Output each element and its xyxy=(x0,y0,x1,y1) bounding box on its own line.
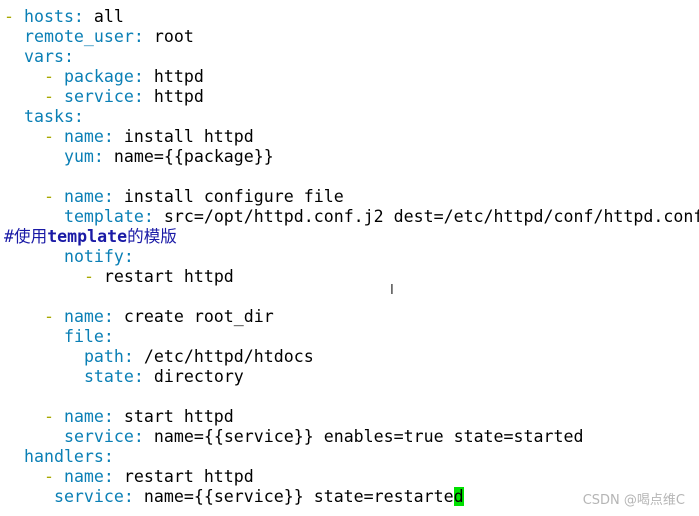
yaml-key: handlers: xyxy=(23,447,114,466)
comment-text: 的模版 xyxy=(127,227,177,246)
list-dash: - xyxy=(83,267,104,286)
comment-text: #使用 xyxy=(4,227,48,246)
yaml-key: remote_user: xyxy=(23,27,144,46)
yaml-value: name={{package}} xyxy=(103,147,274,166)
yaml-key: tasks: xyxy=(23,107,84,126)
code-line[interactable]: remote_user: root xyxy=(4,27,194,47)
yaml-value: install configure file xyxy=(113,187,344,206)
yaml-value: name={{service}} enables=true state=star… xyxy=(143,427,584,446)
list-dash: - xyxy=(43,67,64,86)
text-cursor-icon: I xyxy=(390,283,394,298)
csdn-watermark: CSDN @喝点维C xyxy=(582,493,685,508)
code-line[interactable]: #使用template的模版 xyxy=(4,227,177,247)
yaml-key: path: xyxy=(83,347,134,366)
code-line[interactable]: - name: install configure file xyxy=(4,187,344,207)
list-dash: - xyxy=(43,467,64,486)
code-line[interactable]: yum: name={{package}} xyxy=(4,147,274,167)
code-line[interactable]: - restart httpd xyxy=(4,267,234,287)
yaml-key: notify: xyxy=(63,247,134,266)
code-line[interactable]: vars: xyxy=(4,47,74,67)
yaml-editor[interactable]: - hosts: all remote_user: root vars: - p… xyxy=(0,0,699,516)
yaml-value: install httpd xyxy=(113,127,254,146)
yaml-key: service: xyxy=(63,427,144,446)
code-line[interactable]: - service: httpd xyxy=(4,87,204,107)
yaml-key: yum: xyxy=(63,147,104,166)
code-line[interactable]: - package: httpd xyxy=(4,67,204,87)
code-line[interactable]: service: name={{service}} state=restarte… xyxy=(4,487,464,507)
yaml-value: httpd xyxy=(143,87,204,106)
yaml-key: hosts: xyxy=(23,7,84,26)
yaml-value: directory xyxy=(143,367,244,386)
code-line[interactable]: - name: create root_dir xyxy=(4,307,274,327)
yaml-key: name: xyxy=(63,407,114,426)
list-dash: - xyxy=(4,7,24,26)
yaml-value: httpd xyxy=(143,67,204,86)
yaml-key: file: xyxy=(63,327,114,346)
yaml-key: package: xyxy=(63,67,144,86)
yaml-value: src=/opt/httpd.conf.j2 dest=/etc/httpd/c… xyxy=(153,207,699,226)
yaml-value: /etc/httpd/htdocs xyxy=(133,347,314,366)
yaml-key: state: xyxy=(83,367,144,386)
list-dash: - xyxy=(43,307,64,326)
yaml-value: start httpd xyxy=(113,407,234,426)
code-line[interactable]: tasks: xyxy=(4,107,84,127)
code-line[interactable]: - name: start httpd xyxy=(4,407,234,427)
yaml-value: restart httpd xyxy=(103,267,234,286)
list-dash: - xyxy=(43,87,64,106)
yaml-key: name: xyxy=(63,187,114,206)
yaml-key: name: xyxy=(63,127,114,146)
code-line[interactable]: state: directory xyxy=(4,367,244,387)
code-line[interactable]: - name: restart httpd xyxy=(4,467,254,487)
list-dash: - xyxy=(43,407,64,426)
code-line[interactable]: path: /etc/httpd/htdocs xyxy=(4,347,314,367)
yaml-key: vars: xyxy=(23,47,74,66)
code-line[interactable]: template: src=/opt/httpd.conf.j2 dest=/e… xyxy=(4,207,699,227)
list-dash: - xyxy=(43,187,64,206)
code-line[interactable]: notify: xyxy=(4,247,134,267)
code-line[interactable]: handlers: xyxy=(4,447,114,467)
code-line[interactable]: file: xyxy=(4,327,114,347)
yaml-value: root xyxy=(143,27,194,46)
yaml-value: all xyxy=(83,7,124,26)
yaml-key: service: xyxy=(63,87,144,106)
yaml-value: create root_dir xyxy=(113,307,274,326)
yaml-value: restart httpd xyxy=(113,467,254,486)
yaml-key: name: xyxy=(63,467,114,486)
yaml-key: template: xyxy=(63,207,154,226)
yaml-value: name={{service}} state=restarte xyxy=(133,487,454,506)
code-line[interactable]: - hosts: all xyxy=(4,7,124,27)
code-line[interactable]: service: name={{service}} enables=true s… xyxy=(4,427,584,447)
code-line[interactable]: - name: install httpd xyxy=(4,127,254,147)
list-dash: - xyxy=(43,127,64,146)
yaml-key: service: xyxy=(53,487,134,506)
yaml-key: name: xyxy=(63,307,114,326)
comment-keyword: template xyxy=(47,227,128,246)
text-cursor: d xyxy=(453,487,464,506)
